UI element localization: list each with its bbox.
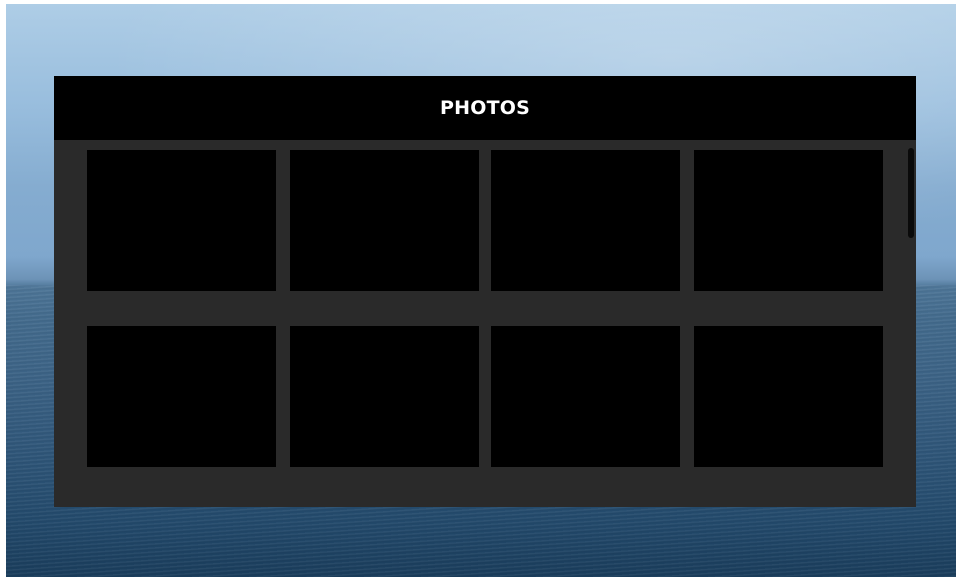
photo-thumbnail[interactable] xyxy=(87,326,276,467)
photo-thumbnail[interactable] xyxy=(491,150,680,291)
photo-thumbnail[interactable] xyxy=(694,326,883,467)
window-header: PHOTOS xyxy=(54,76,916,140)
photo-thumbnail[interactable] xyxy=(491,326,680,467)
photo-thumbnail[interactable] xyxy=(290,150,479,291)
photo-thumbnail[interactable] xyxy=(290,326,479,467)
window-title: PHOTOS xyxy=(440,97,530,119)
photo-grid xyxy=(87,150,883,468)
photo-thumbnail[interactable] xyxy=(694,150,883,291)
photo-thumbnail[interactable] xyxy=(87,150,276,291)
photos-window: PHOTOS xyxy=(54,76,916,507)
desktop: PHOTOS xyxy=(0,0,956,577)
vertical-scrollbar[interactable] xyxy=(908,148,914,238)
